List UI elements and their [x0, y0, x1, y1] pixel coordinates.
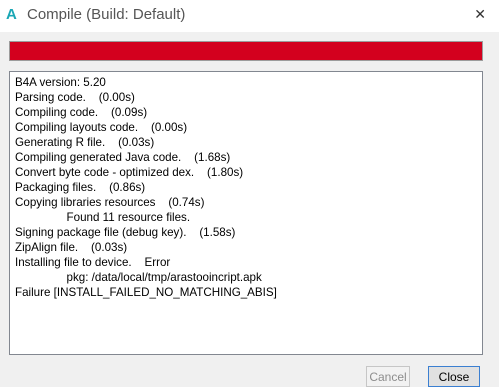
log-line: Copying libraries resources (0.74s): [15, 196, 205, 209]
close-icon[interactable]: ✕: [474, 6, 486, 23]
window-title: Compile (Build: Default): [27, 6, 186, 23]
log-line: ZipAlign file. (0.03s): [15, 241, 128, 254]
log-line: pkg: /data/local/tmp/arastooincript.apk: [15, 271, 262, 284]
progress-bar-fill: [10, 42, 482, 60]
compile-log-text: B4A version: 5.20 Parsing code. (0.00s) …: [10, 72, 482, 300]
progress-bar: [9, 41, 483, 61]
log-line: Signing package file (debug key). (1.58s…: [15, 226, 236, 239]
log-line: Found 11 resource files.: [15, 211, 191, 224]
compile-log[interactable]: B4A version: 5.20 Parsing code. (0.00s) …: [9, 71, 483, 355]
title-bar: A Compile (Build: Default) ✕: [0, 0, 499, 32]
log-line: Installing file to device. Error: [15, 256, 171, 269]
log-line: Compiling generated Java code. (1.68s): [15, 151, 231, 164]
log-line: Failure [INSTALL_FAILED_NO_MATCHING_ABIS…: [15, 286, 277, 299]
close-button[interactable]: Close: [428, 366, 480, 387]
log-line: Generating R file. (0.03s): [15, 136, 155, 149]
log-line: Compiling code. (0.09s): [15, 106, 148, 119]
log-line: Compiling layouts code. (0.00s): [15, 121, 188, 134]
log-line: Convert byte code - optimized dex. (1.80…: [15, 166, 244, 179]
log-line: Parsing code. (0.00s): [15, 91, 135, 104]
cancel-button[interactable]: Cancel: [366, 366, 410, 387]
log-line: B4A version: 5.20: [15, 76, 106, 89]
log-line: Packaging files. (0.86s): [15, 181, 146, 194]
b4a-app-icon: A: [6, 6, 17, 23]
